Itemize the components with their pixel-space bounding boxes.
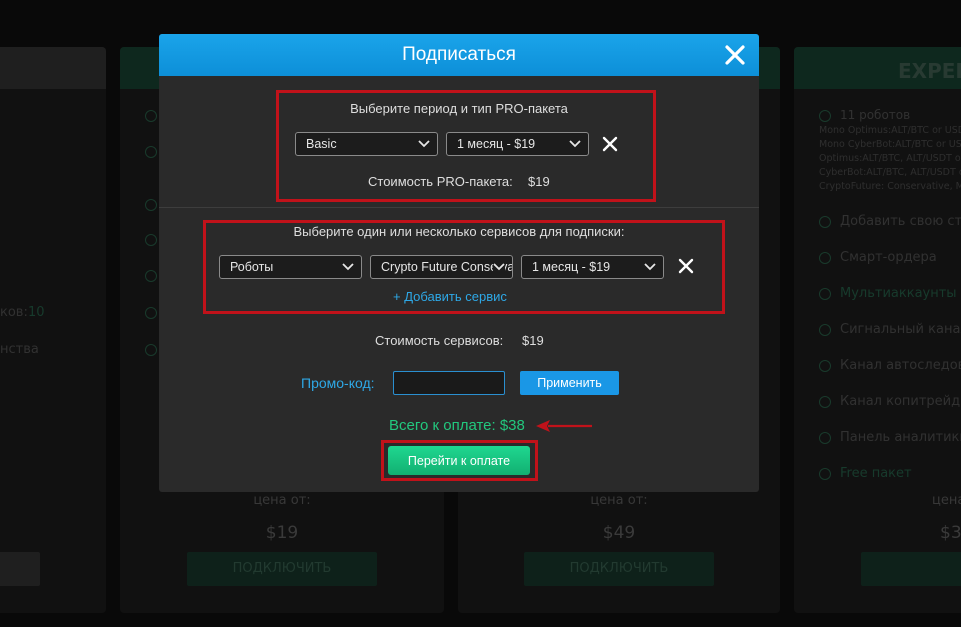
proceed-to-payment-button[interactable]: Перейти к оплате — [388, 446, 530, 475]
pro-cost-label: Стоимость PRO-пакета: — [368, 174, 513, 189]
select-value: Роботы — [230, 260, 274, 274]
pro-period-select[interactable]: 1 месяц - $19 — [446, 132, 589, 156]
service-period-select[interactable]: 1 месяц - $19 — [521, 255, 664, 279]
subscribe-modal: Подписаться Выберите период и тип PRO-па… — [159, 34, 759, 492]
select-value: 1 месяц - $19 — [532, 260, 611, 274]
pro-section-title: Выберите период и тип PRO-пакета — [350, 101, 568, 116]
service-select[interactable]: Crypto Future Conservative — [370, 255, 513, 279]
select-value: 1 месяц - $19 — [457, 137, 536, 151]
chevron-down-icon — [418, 139, 430, 149]
apply-promo-button[interactable]: Применить — [520, 371, 619, 395]
service-type-select[interactable]: Роботы — [219, 255, 362, 279]
chevron-down-icon — [569, 139, 581, 149]
modal-title: Подписаться — [402, 44, 516, 65]
close-icon[interactable] — [723, 43, 747, 67]
promo-label: Промо-код: — [301, 375, 375, 391]
add-service-link[interactable]: + Добавить сервис — [393, 289, 507, 304]
remove-service-icon[interactable] — [678, 258, 694, 274]
pro-cost-value: $19 — [528, 174, 550, 189]
modal-header: Подписаться — [159, 34, 759, 76]
services-cost-value: $19 — [522, 333, 544, 348]
chevron-down-icon — [493, 262, 505, 272]
section-divider — [159, 207, 759, 208]
services-section-title: Выберите один или несколько сервисов для… — [293, 224, 625, 239]
chevron-down-icon — [644, 262, 656, 272]
total-amount: Всего к оплате: $38 — [389, 417, 525, 434]
pro-type-select[interactable]: Basic — [295, 132, 438, 156]
services-cost-label: Стоимость сервисов: — [375, 333, 504, 348]
arrow-left-icon — [536, 420, 592, 432]
select-value: Basic — [306, 137, 337, 151]
remove-pro-icon[interactable] — [602, 136, 618, 152]
chevron-down-icon — [342, 262, 354, 272]
promo-code-input[interactable] — [393, 371, 505, 395]
